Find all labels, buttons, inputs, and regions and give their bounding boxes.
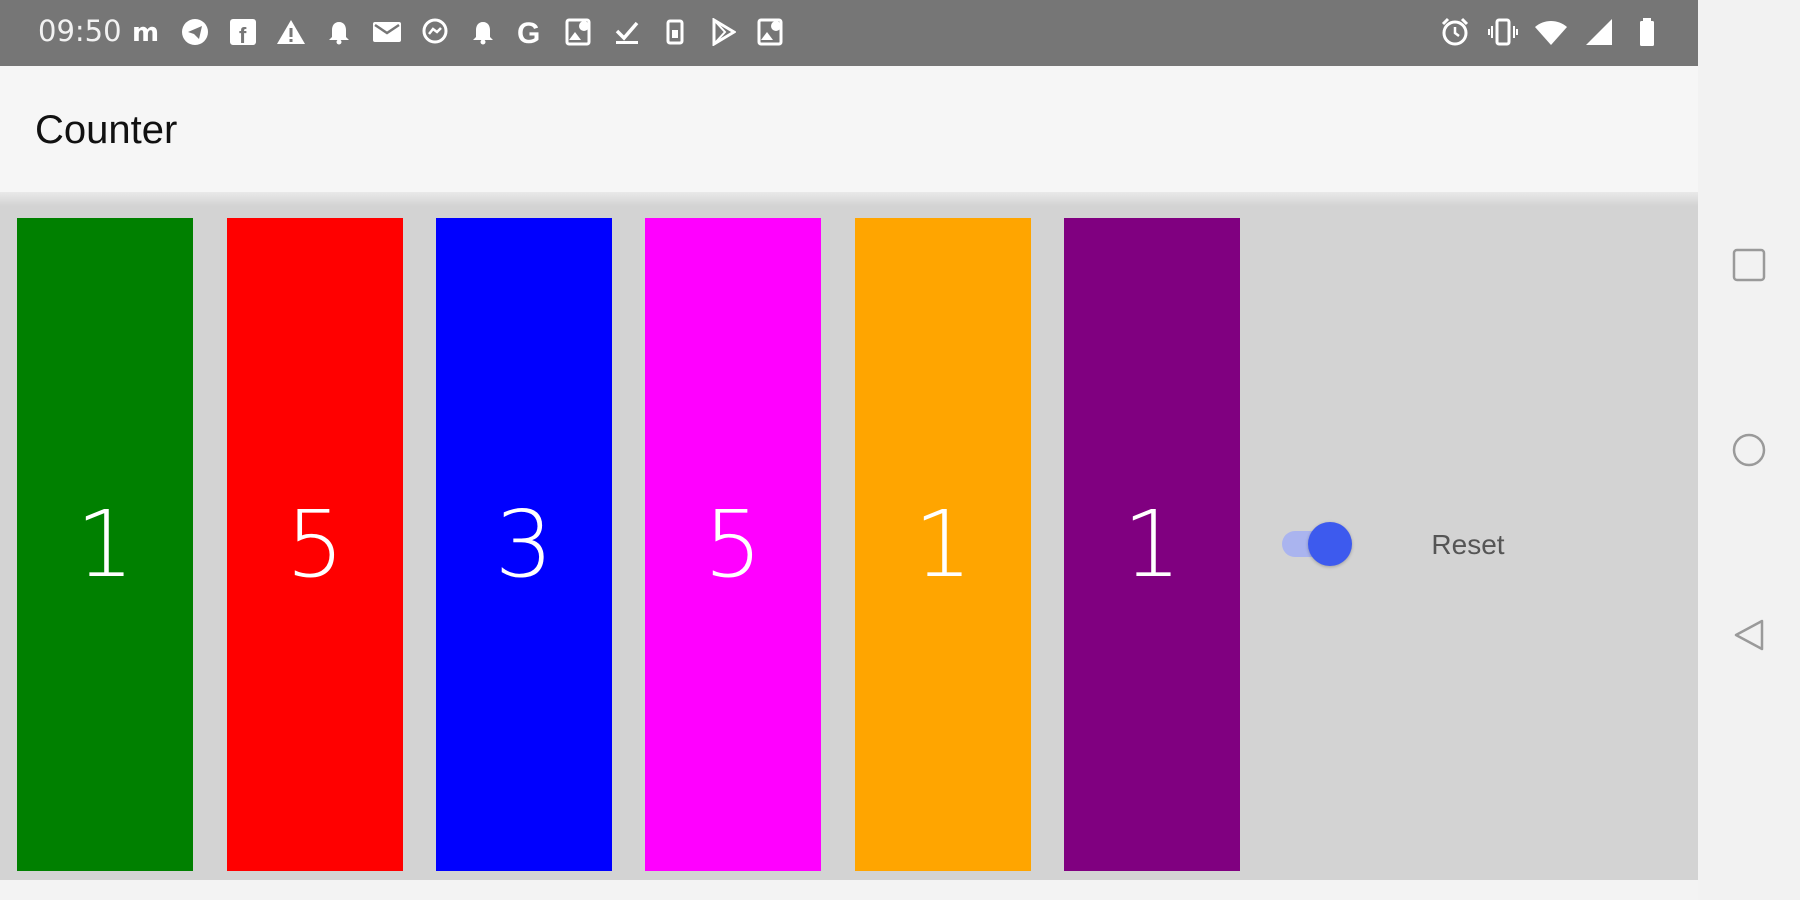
warning-icon: [272, 14, 310, 50]
system-icons: [1438, 14, 1664, 50]
counter-blue[interactable]: 3: [436, 218, 612, 871]
facebook-icon: f: [224, 14, 262, 50]
bell-icon: [320, 14, 358, 50]
home-circle-icon[interactable]: [1724, 425, 1774, 475]
reset-button[interactable]: Reset: [1408, 520, 1528, 570]
recents-square-icon[interactable]: [1724, 240, 1774, 290]
counter-purple[interactable]: 1: [1064, 218, 1240, 871]
counter-magenta[interactable]: 5: [645, 218, 821, 871]
svg-text:G: G: [517, 17, 540, 47]
sim-icon: [656, 14, 694, 50]
vibrate-icon: [1486, 14, 1520, 50]
svg-text:f: f: [239, 23, 247, 46]
google-icon: G: [512, 14, 550, 50]
check-icon: [608, 14, 646, 50]
counter-red[interactable]: 5: [227, 218, 403, 871]
play-store-icon: [704, 14, 742, 50]
status-time: 09:50: [38, 14, 122, 48]
toggle-thumb: [1308, 522, 1352, 566]
app-bar: Counter: [0, 66, 1698, 193]
alarm-icon: [1438, 14, 1472, 50]
back-triangle-icon[interactable]: [1724, 610, 1774, 660]
mode-toggle-switch[interactable]: [1282, 522, 1352, 566]
counter-orange[interactable]: 1: [855, 218, 1031, 871]
messenger-icon: [416, 14, 454, 50]
bottom-strip: [0, 880, 1698, 900]
bell-icon: [464, 14, 502, 50]
svg-text:m: m: [132, 19, 159, 45]
battery-icon: [1630, 14, 1664, 50]
telegram-icon: [176, 14, 214, 50]
signal-icon: [1582, 14, 1616, 50]
image-icon: [560, 14, 598, 50]
image-icon: [752, 14, 790, 50]
notification-icons: m f G: [128, 14, 790, 50]
navigation-bar: [1698, 0, 1800, 900]
page-title: Counter: [35, 108, 178, 152]
status-bar: 09:50 m f G: [0, 0, 1698, 66]
app-bar-shadow: [0, 192, 1698, 206]
mail-icon: [368, 14, 406, 50]
counter-area: 1 5 3 5 1 1 Reset: [0, 206, 1698, 880]
m-icon: m: [128, 14, 166, 50]
counter-green[interactable]: 1: [17, 218, 193, 871]
wifi-icon: [1534, 14, 1568, 50]
